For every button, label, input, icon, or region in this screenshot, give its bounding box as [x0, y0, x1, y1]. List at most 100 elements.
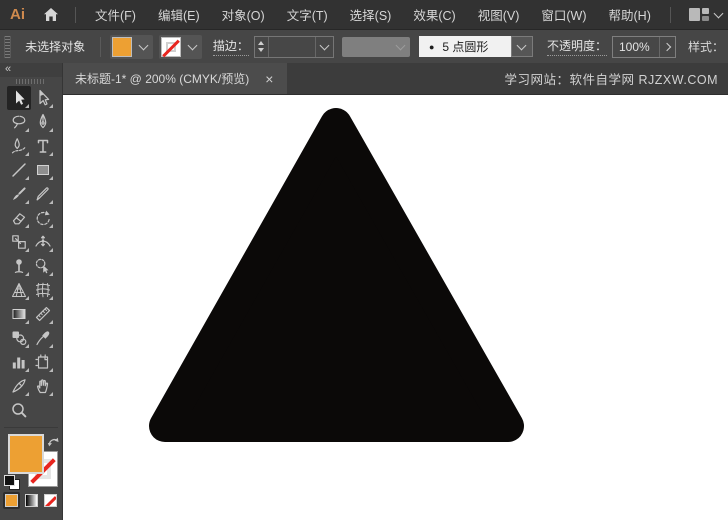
document-tab[interactable]: 未标题-1* @ 200% (CMYK/预览) ×	[63, 63, 288, 94]
brush-current-value[interactable]: ● 5 点圆形	[418, 36, 511, 57]
artboard-tool[interactable]	[31, 350, 55, 374]
watermark-text: 学习网站：软件自学网 RJZXW.COM	[504, 73, 718, 87]
zoom-tool[interactable]	[7, 398, 31, 422]
paintbrush-tool[interactable]	[7, 182, 31, 206]
puppet-warp-tool[interactable]	[7, 254, 31, 278]
width-tool[interactable]	[31, 230, 55, 254]
knife-tool[interactable]	[7, 374, 31, 398]
brush-dropdown-button[interactable]	[510, 36, 533, 57]
workspace-icon	[688, 8, 709, 21]
hand-tool[interactable]	[31, 374, 55, 398]
lasso-icon	[12, 115, 26, 129]
magnifier-icon	[12, 403, 27, 418]
mesh-tool[interactable]	[31, 278, 55, 302]
gradient-tool[interactable]	[7, 302, 31, 326]
stroke-color-dropdown-button[interactable]	[183, 35, 202, 59]
chevron-down-icon	[138, 40, 149, 50]
stroke-weight-dropdown-button[interactable]	[314, 36, 333, 57]
stroke-weight-stepper[interactable]	[255, 36, 269, 57]
fill-color-dropdown-button[interactable]	[134, 35, 153, 59]
gradient-icon	[12, 309, 26, 319]
scale-tool[interactable]	[7, 230, 31, 254]
shape-builder-icon	[35, 258, 49, 274]
width-profile-dropdown	[341, 36, 410, 57]
selection-tool[interactable]	[7, 86, 31, 110]
eraser-icon	[12, 213, 26, 225]
separator	[100, 36, 101, 57]
menu-object[interactable]: 对象(O)	[211, 5, 276, 24]
brush-name: 5 点圆形	[442, 40, 489, 54]
tools-collapse-button[interactable]: «	[0, 63, 62, 77]
fill-color-control[interactable]	[109, 34, 153, 59]
menu-help[interactable]: 帮助(H)	[598, 5, 662, 24]
opacity-control[interactable]: 100%	[611, 35, 676, 58]
perspective-grid-tool[interactable]	[7, 278, 31, 302]
tab-close-button[interactable]: ×	[263, 71, 275, 87]
knife-icon	[12, 379, 26, 393]
selection-cursor-icon	[16, 90, 25, 105]
menu-window[interactable]: 窗口(W)	[530, 5, 597, 24]
column-graph-tool[interactable]	[7, 350, 31, 374]
rotate-tool[interactable]	[31, 206, 55, 230]
eyedropper-tool[interactable]	[31, 326, 55, 350]
opacity-input[interactable]: 100%	[613, 40, 659, 54]
none-chip-icon	[44, 494, 58, 507]
scale-icon	[12, 235, 26, 249]
default-fill-icon	[4, 475, 15, 486]
stroke-color-swatch[interactable]	[160, 36, 181, 57]
measure-tool[interactable]	[31, 302, 55, 326]
chevron-down-icon	[319, 40, 330, 50]
artboard-canvas[interactable]	[63, 95, 728, 520]
shape-builder-tool[interactable]	[31, 254, 55, 278]
ruler-icon	[35, 306, 51, 322]
menu-view[interactable]: 视图(V)	[467, 5, 531, 24]
pen-tool[interactable]	[31, 110, 55, 134]
color-button[interactable]	[3, 492, 20, 509]
blend-tool[interactable]	[7, 326, 31, 350]
chevron-down-icon	[395, 40, 406, 50]
stroke-weight-combo[interactable]	[253, 35, 334, 58]
menu-edit[interactable]: 编辑(E)	[147, 5, 211, 24]
stepper-up-icon[interactable]	[258, 41, 265, 45]
menu-separator	[75, 6, 76, 23]
line-segment-tool[interactable]	[7, 158, 31, 182]
direct-selection-tool[interactable]	[31, 86, 55, 110]
menu-select[interactable]: 选择(S)	[339, 5, 403, 24]
fill-proxy-swatch[interactable]	[8, 434, 44, 474]
stroke-weight-label[interactable]: 描边：	[212, 37, 249, 56]
curvature-tool[interactable]	[7, 134, 31, 158]
swap-fill-stroke-button[interactable]	[47, 434, 60, 452]
pencil-tool[interactable]	[31, 182, 55, 206]
rounded-triangle-shape[interactable]	[63, 95, 728, 520]
workspace-switcher[interactable]	[688, 8, 724, 21]
home-house-icon	[44, 8, 58, 21]
tools-drag-handle[interactable]	[0, 77, 62, 86]
ai-logo[interactable]: Ai	[0, 6, 35, 23]
default-fill-stroke-button[interactable]	[4, 475, 20, 490]
fill-stroke-block	[0, 432, 62, 490]
opacity-label[interactable]: 不透明度：	[546, 37, 607, 56]
rectangle-tool[interactable]	[31, 158, 55, 182]
tools-panel: «	[0, 63, 63, 520]
stroke-color-control[interactable]	[158, 34, 202, 59]
gradient-button[interactable]	[23, 492, 40, 509]
swap-arrows-icon	[47, 437, 59, 447]
lasso-tool[interactable]	[7, 110, 31, 134]
menu-type[interactable]: 文字(T)	[276, 5, 339, 24]
panel-drag-handle[interactable]	[4, 35, 12, 58]
stepper-down-icon[interactable]	[258, 48, 265, 52]
none-button[interactable]	[42, 492, 59, 509]
menu-effect[interactable]: 效果(C)	[402, 5, 466, 24]
eraser-tool[interactable]	[7, 206, 31, 230]
opacity-dropdown-button[interactable]	[658, 36, 675, 57]
stroke-weight-input[interactable]	[269, 37, 315, 57]
control-bar: 未选择对象 描边： ● 5 点圆形 不透明度： 100% 样式：	[0, 30, 728, 64]
brush-definition-dropdown[interactable]: ● 5 点圆形	[418, 36, 533, 57]
paintbrush-icon	[13, 187, 26, 200]
color-mode-buttons	[0, 490, 62, 509]
home-icon[interactable]	[35, 7, 67, 22]
selection-status: 未选择对象	[25, 40, 86, 54]
fill-color-swatch[interactable]	[111, 36, 132, 57]
type-tool[interactable]	[31, 134, 55, 158]
menu-file[interactable]: 文件(F)	[84, 5, 147, 24]
